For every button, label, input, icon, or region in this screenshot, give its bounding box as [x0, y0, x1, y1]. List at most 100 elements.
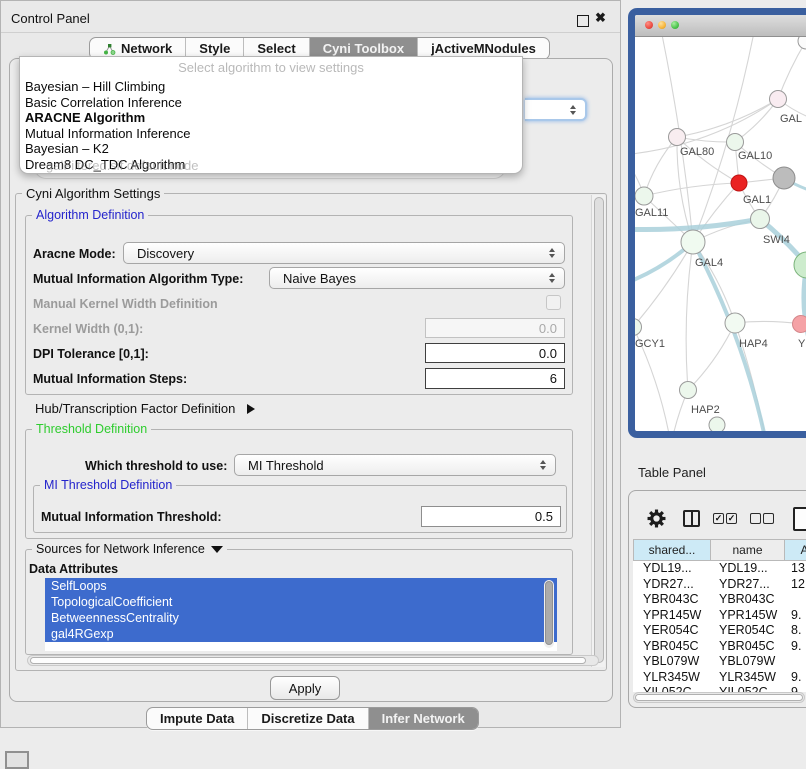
network-node-gcy1[interactable] [635, 319, 642, 336]
scrollbar-thumb[interactable] [545, 581, 553, 645]
node-label-y: Y [798, 338, 806, 350]
mi-steps-field[interactable]: 6 [425, 368, 565, 389]
network-edge[interactable] [693, 242, 767, 431]
scrollbar-thumb[interactable] [594, 197, 604, 663]
node-label-gal80: GAL80 [680, 146, 714, 158]
table-cell [785, 654, 791, 670]
which-threshold-label: Which threshold to use: [85, 459, 227, 473]
panel-toggle-button[interactable] [5, 751, 29, 769]
dropdown-item-basic-correlation-inference[interactable]: Basic Correlation Inference [23, 95, 519, 111]
network-node-top[interactable] [798, 37, 806, 49]
mi-threshold-definition-legend: MI Threshold Definition [40, 478, 176, 492]
float-window-icon[interactable] [577, 15, 589, 27]
table-row[interactable]: YIL052CYIL052C9 [633, 685, 806, 692]
apply-button[interactable]: Apply [270, 676, 340, 700]
manual-kernel-width-checkbox[interactable] [546, 295, 561, 310]
network-edge[interactable] [644, 137, 677, 196]
mi-threshold-field[interactable]: 0.5 [421, 506, 561, 527]
table-cell: YDL19... [711, 561, 785, 577]
control-panel-title: Control Panel [11, 11, 90, 26]
unchecked-box-icon[interactable] [750, 513, 761, 524]
network-window-titlebar[interactable] [635, 15, 806, 37]
network-node-pink_top[interactable] [770, 91, 787, 108]
attribute-item-topologicalcoefficient[interactable]: TopologicalCoefficient [45, 594, 557, 610]
columns-icon[interactable] [683, 510, 700, 527]
column-header-shared[interactable]: shared... [633, 539, 711, 561]
dropdown-item-bayesian-k2[interactable]: Bayesian – K2 [23, 141, 519, 157]
minimize-traffic-light-icon[interactable] [658, 21, 666, 29]
network-node-hap2[interactable] [680, 382, 697, 399]
network-edge[interactable] [688, 323, 735, 390]
close-traffic-light-icon[interactable] [645, 21, 653, 29]
mi-algorithm-type-select[interactable]: Naive Bayes [269, 267, 565, 289]
network-edge[interactable] [644, 183, 739, 196]
network-node-swi4[interactable] [751, 210, 770, 229]
network-canvas[interactable]: GALGAL80GAL10GAL1GAL11SWI4GAL4GCY1HAP4YH… [635, 37, 806, 431]
settings-vertical-scrollbar[interactable] [591, 195, 605, 667]
dropdown-item-mutual-information-inference[interactable]: Mutual Information Inference [23, 126, 519, 142]
network-edge[interactable] [693, 37, 755, 242]
table-row[interactable]: YBR045CYBR045C9. [633, 639, 806, 655]
sources-legend[interactable]: Sources for Network Inference [32, 542, 227, 556]
dropdown-item-aracne-algorithm[interactable]: ARACNE Algorithm [23, 110, 519, 126]
attribute-item-selfloops[interactable]: SelfLoops [45, 578, 557, 594]
scrollbar-thumb[interactable] [635, 694, 803, 701]
network-edge[interactable] [635, 242, 693, 327]
dpi-tolerance-field[interactable]: 0.0 [425, 343, 565, 363]
column-header-a[interactable]: A [785, 539, 806, 561]
tab-infer-network[interactable]: Infer Network [368, 708, 478, 729]
network-edge[interactable] [635, 219, 760, 230]
table-row[interactable]: YLR345WYLR345W9. [633, 670, 806, 686]
dropdown-placeholder: Select algorithm to view settings [20, 60, 522, 75]
node-label-gcy1: GCY1 [635, 338, 665, 350]
mi-algorithm-type-value: Naive Bayes [283, 271, 356, 286]
attribute-item-gal4rgexp[interactable]: gal4RGexp [45, 626, 557, 642]
node-label-gal1: GAL1 [743, 194, 771, 206]
network-node-red[interactable] [731, 175, 747, 191]
checked-box-icon[interactable]: ✓ [713, 513, 724, 524]
close-icon[interactable]: ✖ [595, 10, 606, 26]
table-row[interactable]: YPR145WYPR145W9. [633, 608, 806, 624]
document-icon[interactable] [793, 507, 806, 531]
list-vertical-scrollbar[interactable] [544, 580, 554, 648]
algorithm-combo-fragment[interactable] [525, 98, 587, 121]
network-node-gal10[interactable] [727, 134, 744, 151]
attribute-item-betweennesscentrality[interactable]: BetweennessCentrality [45, 610, 557, 626]
hub-definition-disclosure[interactable]: Hub/Transcription Factor Definition [35, 401, 255, 416]
scrollbar-thumb[interactable] [30, 657, 586, 664]
network-edge[interactable] [686, 242, 693, 390]
table-panel-window: ✓ ✓ shared...nameA YDL19...YDL19...13YDR… [628, 490, 806, 708]
column-header-name[interactable]: name [711, 539, 785, 561]
table-row[interactable]: YDR27...YDR27...12 [633, 577, 806, 593]
network-node-gal11[interactable] [635, 187, 653, 205]
kernel-width-field[interactable]: 0.0 [425, 318, 565, 338]
node-label-swi4: SWI4 [763, 234, 790, 246]
checked-box-icon[interactable]: ✓ [726, 513, 737, 524]
settings-horizontal-scrollbar[interactable] [27, 655, 599, 666]
table-row[interactable]: YER054CYER054C8. [633, 623, 806, 639]
zoom-traffic-light-icon[interactable] [671, 21, 679, 29]
network-edge[interactable] [778, 41, 806, 99]
table-horizontal-scrollbar[interactable] [633, 692, 805, 703]
gear-icon[interactable] [647, 509, 666, 528]
node-label-hap2: HAP2 [691, 404, 720, 416]
table-row[interactable]: YBR043CYBR043C [633, 592, 806, 608]
aracne-mode-select[interactable]: Discovery [123, 242, 565, 264]
tab-discretize-data[interactable]: Discretize Data [247, 708, 367, 729]
network-node-gal80[interactable] [669, 129, 686, 146]
network-node-gray[interactable] [773, 167, 795, 189]
table-row[interactable]: YBL079WYBL079W [633, 654, 806, 670]
network-node-bottom[interactable] [709, 417, 725, 431]
table-cell: YDR27... [711, 577, 785, 593]
table-row[interactable]: YDL19...YDL19...13 [633, 561, 806, 577]
table-cell: YBR045C [633, 639, 711, 655]
network-node-hap4[interactable] [725, 313, 745, 333]
settings-group-title: Cyni Algorithm Settings [22, 186, 164, 201]
unchecked-box-icon[interactable] [763, 513, 774, 524]
which-threshold-select[interactable]: MI Threshold [234, 454, 556, 476]
table-cell: 9. [785, 608, 801, 624]
network-node-gal4[interactable] [681, 230, 705, 254]
dropdown-item-bayesian-hill-climbing[interactable]: Bayesian – Hill Climbing [23, 79, 519, 95]
tab-impute-data[interactable]: Impute Data [147, 708, 247, 729]
network-node-salmon[interactable] [793, 316, 806, 333]
